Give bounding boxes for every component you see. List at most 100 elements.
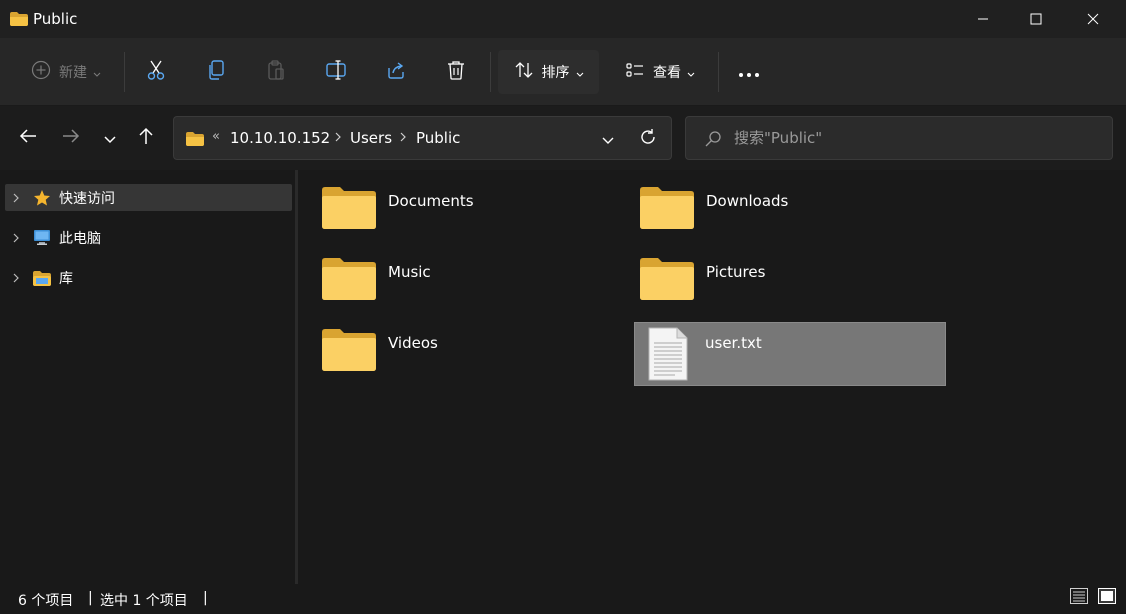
library-icon — [31, 269, 53, 287]
status-separator: | — [88, 590, 93, 606]
folder-icon — [322, 328, 376, 376]
share-icon — [385, 59, 407, 85]
large-icons-view-icon — [1098, 588, 1116, 608]
plus-circle-icon — [31, 60, 51, 84]
close-button[interactable] — [1070, 0, 1116, 38]
share-button[interactable] — [376, 50, 416, 94]
file-name: user.txt — [705, 334, 762, 352]
status-separator: | — [203, 590, 208, 606]
title-bar: Public — [0, 0, 1126, 38]
minimize-button[interactable] — [960, 0, 1006, 38]
view-button[interactable]: 查看 — [612, 50, 708, 94]
sidebar-item-label: 库 — [59, 270, 73, 287]
address-bar[interactable]: « 10.10.10.152 Users Public — [173, 116, 672, 160]
file-item-downloads[interactable]: Downloads — [618, 172, 930, 236]
close-icon — [1087, 10, 1099, 29]
arrow-right-icon — [62, 128, 80, 148]
arrow-left-icon — [19, 128, 37, 148]
paste-button[interactable] — [256, 50, 296, 94]
sidebar-item-label: 快速访问 — [59, 190, 115, 207]
chevron-down-icon — [104, 129, 116, 148]
star-icon — [31, 189, 53, 207]
refresh-icon — [639, 128, 657, 150]
rename-button[interactable] — [316, 50, 356, 94]
sidebar-item-libraries[interactable]: 库 — [5, 264, 292, 291]
chevron-down-icon — [93, 63, 101, 82]
paste-icon — [265, 59, 287, 85]
computer-icon — [31, 229, 53, 247]
breadcrumb-item[interactable]: 10.10.10.152 — [230, 129, 330, 147]
chevron-right-icon[interactable] — [5, 192, 27, 204]
file-item-user-txt[interactable]: user.txt — [634, 322, 946, 386]
file-name: Music — [388, 263, 431, 281]
cut-icon — [145, 59, 167, 85]
breadcrumb-item[interactable]: Users — [350, 129, 392, 147]
item-count: 6 个项目 — [18, 593, 74, 609]
search-icon — [704, 130, 722, 152]
chevron-right-icon[interactable] — [399, 131, 407, 146]
folder-icon — [640, 186, 694, 234]
new-label: 新建 — [59, 65, 87, 81]
sort-label: 排序 — [541, 65, 570, 81]
sort-icon — [514, 60, 534, 84]
new-button[interactable]: 新建 — [18, 50, 114, 94]
file-name: Documents — [388, 192, 474, 210]
arrow-up-icon — [138, 127, 154, 149]
file-name: Downloads — [706, 192, 789, 210]
forward-button[interactable] — [54, 122, 88, 154]
file-item-pictures[interactable]: Pictures — [618, 243, 930, 307]
chevron-down-icon — [576, 63, 584, 82]
search-box[interactable] — [685, 116, 1113, 160]
navigation-pane: 快速访问 此电脑 库 — [0, 170, 296, 584]
copy-button[interactable] — [196, 50, 236, 94]
up-button[interactable] — [129, 122, 163, 154]
navigation-bar: « 10.10.10.152 Users Public — [0, 106, 1126, 170]
selected-count: 选中 1 个项目 — [100, 593, 188, 609]
chevron-down-icon — [687, 63, 695, 82]
file-item-documents[interactable]: Documents — [300, 172, 612, 236]
recent-locations-button[interactable] — [93, 122, 127, 154]
breadcrumb-overflow[interactable]: « — [212, 129, 220, 144]
file-list: Documents Downloads Music Pictures Video… — [298, 170, 1126, 584]
sort-button[interactable]: 排序 — [498, 50, 599, 94]
details-view-icon — [1070, 588, 1088, 608]
file-item-music[interactable]: Music — [300, 243, 612, 307]
large-icons-view-button[interactable] — [1096, 588, 1118, 608]
maximize-icon — [1030, 10, 1042, 29]
breadcrumb-item[interactable]: Public — [416, 129, 460, 147]
more-button[interactable] — [729, 50, 769, 94]
chevron-right-icon[interactable] — [334, 131, 342, 146]
details-view-button[interactable] — [1068, 588, 1090, 608]
folder-icon — [322, 186, 376, 234]
chevron-right-icon[interactable] — [5, 232, 27, 244]
explorer-body: 快速访问 此电脑 库 Documents Downloads Music Pic… — [0, 170, 1126, 584]
chevron-down-icon — [602, 130, 614, 149]
address-dropdown-button[interactable] — [594, 127, 622, 151]
file-item-videos[interactable]: Videos — [300, 314, 612, 378]
search-input[interactable] — [734, 127, 1094, 149]
cut-button[interactable] — [136, 50, 176, 94]
view-label: 查看 — [653, 65, 681, 81]
toolbar-divider — [718, 52, 719, 92]
refresh-button[interactable] — [634, 127, 662, 151]
toolbar-divider — [490, 52, 491, 92]
delete-icon — [445, 59, 467, 85]
more-icon — [738, 63, 760, 82]
minimize-icon — [977, 10, 989, 29]
sidebar-item-quick-access[interactable]: 快速访问 — [5, 184, 292, 211]
file-name: Pictures — [706, 263, 766, 281]
sidebar-item-label: 此电脑 — [59, 230, 101, 247]
folder-icon — [10, 11, 28, 26]
chevron-right-icon[interactable] — [5, 272, 27, 284]
command-bar: 新建 排序 查看 — [0, 38, 1126, 106]
rename-icon — [325, 59, 347, 85]
maximize-button[interactable] — [1013, 0, 1059, 38]
back-button[interactable] — [11, 122, 45, 154]
toolbar-divider — [124, 52, 125, 92]
status-bar: 6 个项目 | 选中 1 个项目 | — [0, 584, 1126, 614]
file-name: Videos — [388, 334, 438, 352]
delete-button[interactable] — [436, 50, 476, 94]
view-list-icon — [625, 60, 645, 84]
sidebar-item-this-pc[interactable]: 此电脑 — [5, 224, 292, 251]
text-file-icon — [647, 327, 689, 385]
